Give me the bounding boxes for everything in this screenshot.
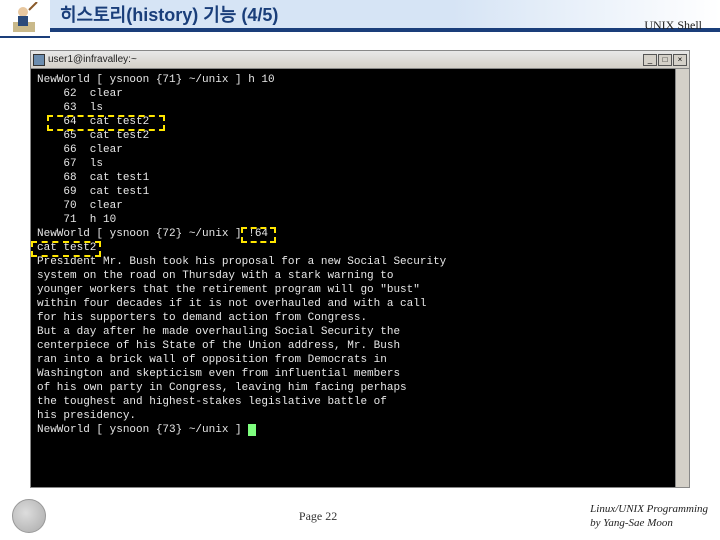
terminal-line: for his supporters to demand action from… bbox=[37, 311, 683, 325]
terminal-window: user1@infravalley:~ _ □ × NewWorld [ ysn… bbox=[30, 50, 690, 488]
terminal-line: 69 cat test1 bbox=[37, 185, 683, 199]
terminal-line: 67 ls bbox=[37, 157, 683, 171]
terminal-line: 70 clear bbox=[37, 199, 683, 213]
system-menu-icon bbox=[33, 54, 45, 66]
terminal-line: system on the road on Thursday with a st… bbox=[37, 269, 683, 283]
course-name: Linux/UNIX Programming bbox=[590, 502, 708, 516]
maximize-button[interactable]: □ bbox=[658, 54, 672, 66]
slide-header: 히스토리(history) 기능 (4/5) UNIX Shell bbox=[0, 0, 720, 38]
writer-icon bbox=[9, 2, 41, 34]
terminal-line: 68 cat test1 bbox=[37, 171, 683, 185]
header-icon-box bbox=[0, 0, 50, 38]
terminal-title: user1@infravalley:~ bbox=[48, 54, 643, 65]
terminal-line: 64 cat test2 bbox=[37, 115, 683, 129]
terminal-titlebar: user1@infravalley:~ _ □ × bbox=[31, 51, 689, 69]
title-bar: 히스토리(history) 기능 (4/5) bbox=[50, 0, 720, 32]
terminal-line: ran into a brick wall of opposition from… bbox=[37, 353, 683, 367]
terminal-line: 62 clear bbox=[37, 87, 683, 101]
terminal-line: of his own party in Congress, leaving hi… bbox=[37, 381, 683, 395]
terminal-line: Washington and skepticism even from infl… bbox=[37, 367, 683, 381]
author-name: by Yang-Sae Moon bbox=[590, 516, 708, 530]
terminal-line: cat test2 bbox=[37, 241, 683, 255]
cursor-icon bbox=[248, 424, 256, 436]
corner-label: UNIX Shell bbox=[644, 18, 702, 33]
terminal-line: 65 cat test2 bbox=[37, 129, 683, 143]
terminal-line: centerpiece of his State of the Union ad… bbox=[37, 339, 683, 353]
close-button[interactable]: × bbox=[673, 54, 687, 66]
terminal-line: his presidency. bbox=[37, 409, 683, 423]
page-number: Page 22 bbox=[46, 509, 590, 524]
terminal-line: NewWorld [ ysnoon {72} ~/unix ] !64 bbox=[37, 227, 683, 241]
terminal-line: the toughest and highest-stakes legislat… bbox=[37, 395, 683, 409]
terminal-line: 66 clear bbox=[37, 143, 683, 157]
terminal-line: President Mr. Bush took his proposal for… bbox=[37, 255, 683, 269]
slide-title: 히스토리(history) 기능 (4/5) bbox=[60, 1, 278, 27]
terminal-line: But a day after he made overhauling Soci… bbox=[37, 325, 683, 339]
window-controls: _ □ × bbox=[643, 54, 687, 66]
minimize-button[interactable]: _ bbox=[643, 54, 657, 66]
terminal-line: NewWorld [ ysnoon {73} ~/unix ] bbox=[37, 423, 683, 437]
terminal-line: NewWorld [ ysnoon {71} ~/unix ] h 10 bbox=[37, 73, 683, 87]
footer-credit: Linux/UNIX Programming by Yang-Sae Moon bbox=[590, 502, 708, 530]
terminal-line: 63 ls bbox=[37, 101, 683, 115]
terminal-line: younger workers that the retirement prog… bbox=[37, 283, 683, 297]
terminal-line: within four decades if it is not overhau… bbox=[37, 297, 683, 311]
university-logo-icon bbox=[12, 499, 46, 533]
terminal-line: 71 h 10 bbox=[37, 213, 683, 227]
slide-footer: Page 22 Linux/UNIX Programming by Yang-S… bbox=[0, 496, 720, 536]
terminal-body: NewWorld [ ysnoon {71} ~/unix ] h 10 62 … bbox=[31, 69, 689, 487]
